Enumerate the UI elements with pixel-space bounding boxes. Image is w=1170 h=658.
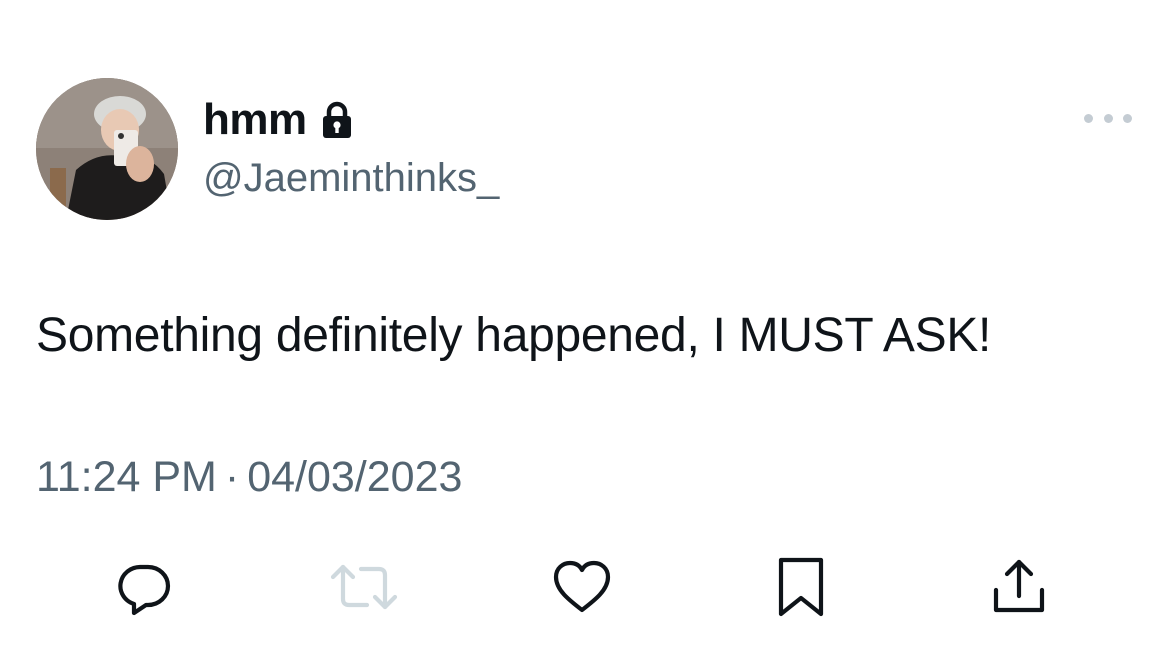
name-row: hmm [203,94,353,146]
more-dot [1123,113,1132,123]
tweet-card: hmm @Jaeminthinks_ Something definitely … [0,0,1170,658]
tweet-date: 04/03/2023 [247,453,463,501]
reply-icon [118,564,171,616]
bookmark-button[interactable] [766,552,836,622]
tweet-timestamp[interactable]: 11:24 PM · 04/03/2023 [36,450,462,504]
bookmark-icon [778,557,824,617]
avatar[interactable] [36,78,178,220]
user-handle[interactable]: @Jaeminthinks_ [203,154,499,202]
more-dot [1084,113,1093,123]
reply-button[interactable] [109,552,179,622]
action-bar [0,552,1170,622]
share-button[interactable] [984,552,1054,622]
more-horizontal-icon[interactable] [1084,108,1132,128]
heart-icon [553,560,611,613]
display-name[interactable]: hmm [203,94,307,146]
tweet-time: 11:24 PM [36,453,217,501]
like-button[interactable] [547,552,617,622]
tweet-text: Something definitely happened, I MUST AS… [36,309,992,362]
meta-separator: · [224,453,240,501]
retweet-button[interactable] [329,552,399,622]
retweet-icon [330,564,398,610]
more-dot [1103,113,1113,123]
avatar-photo [36,78,178,220]
lock-icon [321,94,353,146]
share-icon [993,559,1045,613]
